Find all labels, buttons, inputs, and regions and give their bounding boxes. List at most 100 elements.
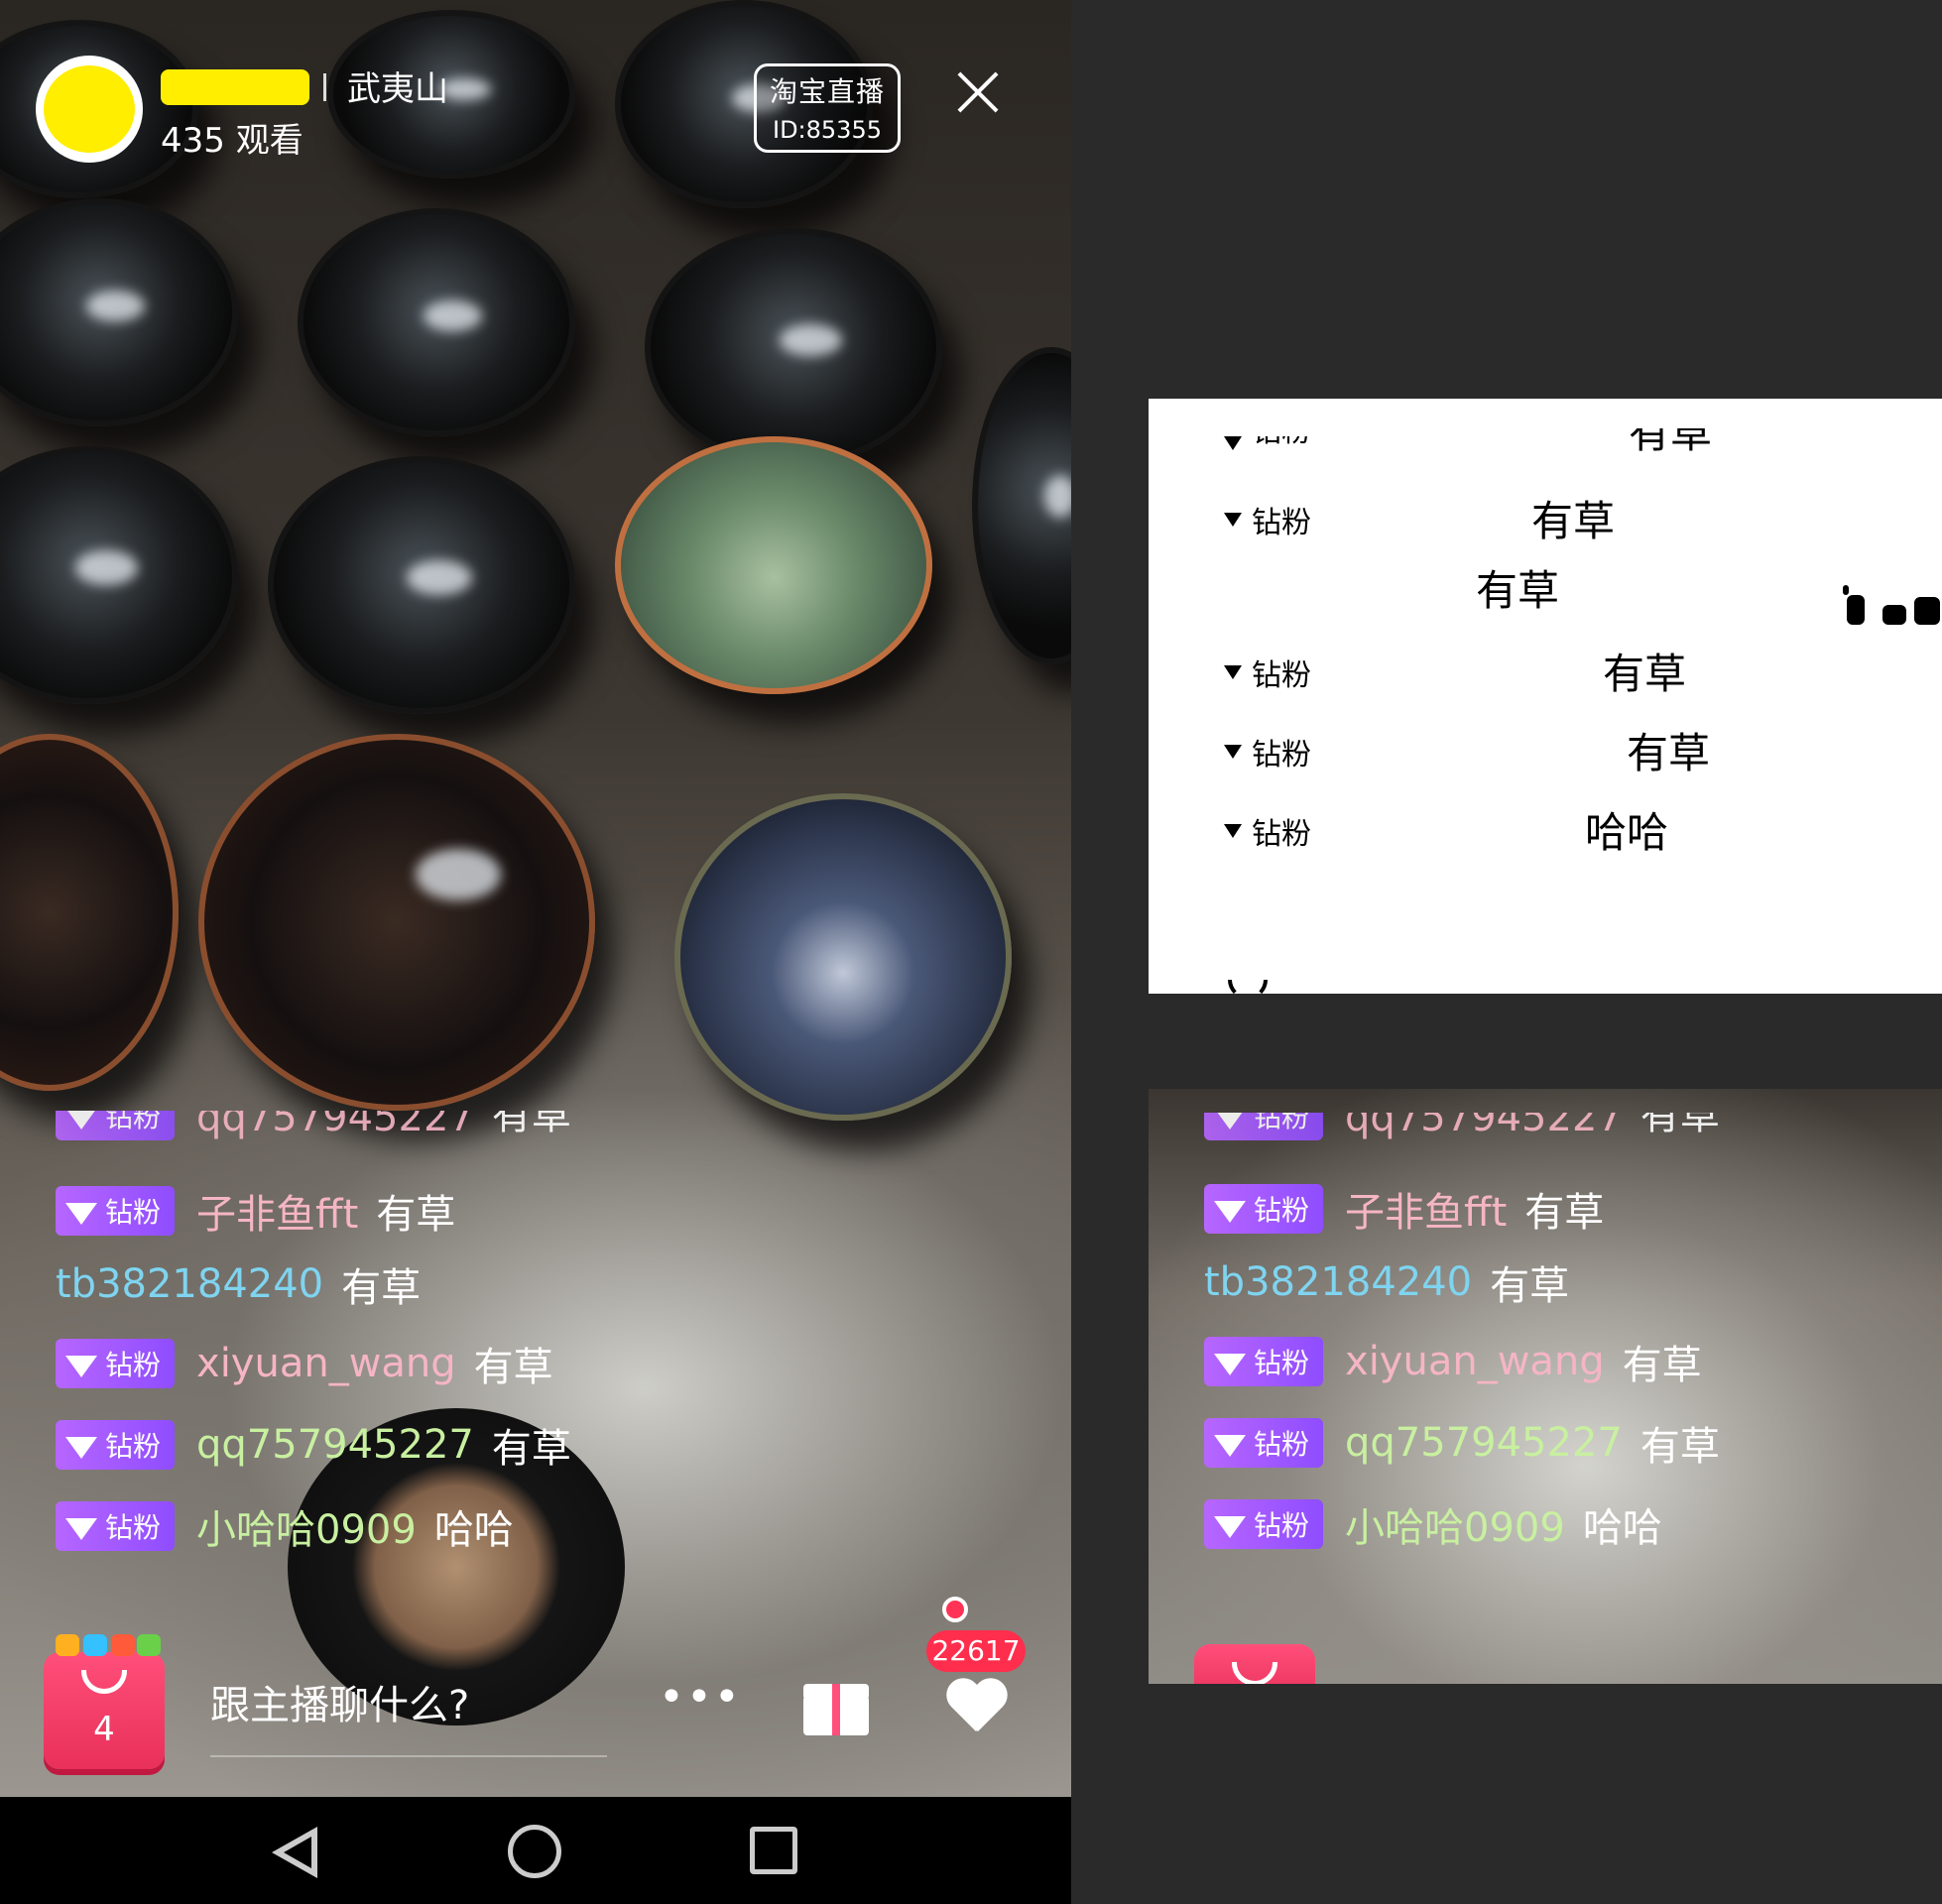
diamond-icon (65, 1203, 97, 1225)
processed-message: 哈哈 (1585, 808, 1669, 857)
anchor-avatar[interactable] (36, 56, 143, 163)
anchor-location: 武夷山 (347, 69, 448, 109)
bowl-image (674, 793, 1012, 1121)
binarized-chat-panel: 钻粉 有草 钻粉 有草 有草 钻粉 有草 钻粉 有草 钻粉 哈哈 (1149, 399, 1942, 994)
nav-back-icon[interactable] (272, 1827, 317, 1878)
chat-message: 钻粉 子非鱼fft 有草 (1204, 1180, 1604, 1238)
chat-message-partial: 钻粉 qq757945227 有草 (1204, 1113, 1720, 1140)
fan-badge: 钻粉 (1204, 1418, 1324, 1468)
bowl-image (645, 228, 942, 466)
bag-decoration (83, 1634, 107, 1656)
taobao-live-badge: 淘宝直播 ID:85355 (754, 63, 901, 153)
viewer-count: 435 观看 (161, 121, 303, 161)
noise-artifact (1843, 585, 1942, 625)
chat-text: 有草 (491, 1111, 571, 1138)
shopping-bag-button[interactable]: 4 (44, 1634, 165, 1769)
bowl-image (268, 456, 575, 714)
chat-username[interactable]: xiyuan_wang (196, 1341, 456, 1386)
like-count: 22617 (926, 1630, 1026, 1672)
diamond-icon (65, 1111, 97, 1130)
processed-badge-partial: 钻粉 (1224, 436, 1311, 450)
bowl-image (198, 734, 595, 1111)
chat-username[interactable]: 子非鱼fft (1345, 1180, 1507, 1238)
like-sticker-icon (942, 1597, 968, 1622)
chat-text: 有草 (473, 1345, 553, 1390)
shopping-bag-icon (81, 1670, 127, 1694)
nav-home-icon[interactable] (508, 1825, 561, 1878)
diamond-icon (65, 1518, 97, 1540)
bag-decoration (137, 1634, 161, 1656)
chat-text: 哈哈 (433, 1507, 514, 1553)
bowl-image (0, 446, 238, 704)
live-video[interactable]: 武夷山 435 观看 淘宝直播 ID:85355 钻粉 qq757945227 … (0, 0, 1071, 1797)
room-id: ID:85355 (773, 116, 882, 144)
chat-text: 有草 (1639, 1113, 1720, 1138)
chat-message: 钻粉 xiyuan_wang 有草 (56, 1335, 553, 1392)
chat-message-partial: 钻粉 qq757945227 有草 (56, 1111, 571, 1140)
nav-recent-icon[interactable] (750, 1827, 797, 1874)
fan-badge: 钻粉 (56, 1186, 176, 1236)
chat-username[interactable]: 小哈哈0909 (1345, 1495, 1565, 1553)
chat-username[interactable]: 子非鱼fft (196, 1182, 358, 1240)
bowl-image (615, 436, 932, 694)
fan-badge: 钻粉 (56, 1339, 176, 1388)
shopping-bag-button[interactable] (1194, 1644, 1315, 1684)
chat-username[interactable]: xiyuan_wang (1345, 1339, 1605, 1384)
live-stream-screen: 武夷山 435 观看 淘宝直播 ID:85355 钻粉 qq757945227 … (0, 0, 1071, 1904)
chat-message: 钻粉 qq757945227 有草 (1204, 1414, 1720, 1472)
processed-badge: 钻粉 (1224, 651, 1311, 694)
bag-decoration (111, 1634, 135, 1656)
more-icon[interactable]: ••• (659, 1676, 740, 1720)
bowl-image (972, 347, 1071, 664)
chat-input[interactable]: 跟主播聊什么? (210, 1678, 607, 1757)
chat-message: tb382184240 有草 (56, 1255, 421, 1313)
chat-message: 钻粉 子非鱼fft 有草 (56, 1182, 455, 1240)
anchor-name-redacted[interactable] (161, 69, 309, 105)
android-nav-bar (0, 1797, 1071, 1904)
diamond-icon (65, 1437, 97, 1459)
processed-badge: 钻粉 (1224, 730, 1311, 774)
diamond-icon (1214, 1516, 1246, 1538)
chevron-down-icon (1228, 980, 1268, 994)
fan-badge: 钻粉 (56, 1501, 176, 1551)
chat-username[interactable]: tb382184240 (1204, 1259, 1472, 1305)
chat-text: 哈哈 (1582, 1505, 1662, 1551)
bag-decoration (56, 1634, 79, 1656)
chat-message: 钻粉 小哈哈0909 哈哈 (56, 1497, 514, 1555)
chat-text: 有草 (1622, 1343, 1702, 1388)
diamond-icon (1214, 1201, 1246, 1223)
processed-message: 有草 (1476, 566, 1560, 615)
chat-text: 有草 (1639, 1424, 1720, 1470)
bowl-image (0, 734, 179, 1091)
fan-badge: 钻粉 (1204, 1184, 1324, 1234)
processed-message: 有草 (1627, 729, 1711, 777)
fan-badge: 钻粉 (1204, 1337, 1324, 1386)
chat-username[interactable]: 小哈哈0909 (196, 1497, 417, 1555)
chat-text: 有草 (491, 1426, 571, 1472)
processed-message-partial: 有草 (1629, 428, 1712, 452)
bowl-image (298, 208, 575, 436)
processed-badge: 钻粉 (1224, 809, 1311, 853)
bowl-image (0, 198, 238, 426)
chat-username[interactable]: qq757945227 (1345, 1113, 1623, 1140)
diamond-icon (65, 1356, 97, 1377)
diamond-icon (1214, 1113, 1246, 1130)
heart-icon[interactable] (944, 1680, 1008, 1735)
chat-username[interactable]: qq757945227 (196, 1422, 474, 1468)
cropped-chat-panel: 钻粉 qq757945227 有草 钻粉 子非鱼fft 有草 tb3821842… (1149, 1089, 1942, 1684)
gift-icon[interactable] (803, 1680, 869, 1735)
close-icon[interactable] (956, 69, 1000, 113)
fan-badge: 钻粉 (1204, 1499, 1324, 1549)
chat-message: tb382184240 有草 (1204, 1253, 1569, 1311)
chat-text: 有草 (1524, 1190, 1605, 1236)
fan-badge: 钻粉 (1204, 1113, 1324, 1140)
chat-username[interactable]: qq757945227 (1345, 1420, 1623, 1466)
chat-username[interactable]: tb382184240 (56, 1261, 323, 1307)
chat-username[interactable]: qq757945227 (196, 1111, 474, 1140)
fan-badge: 钻粉 (56, 1111, 176, 1140)
chat-text: 有草 (376, 1192, 456, 1238)
shop-item-count: 4 (93, 1710, 115, 1749)
chat-message: 钻粉 qq757945227 有草 (56, 1416, 571, 1474)
processed-message: 有草 (1531, 497, 1616, 545)
header-divider (323, 73, 326, 101)
